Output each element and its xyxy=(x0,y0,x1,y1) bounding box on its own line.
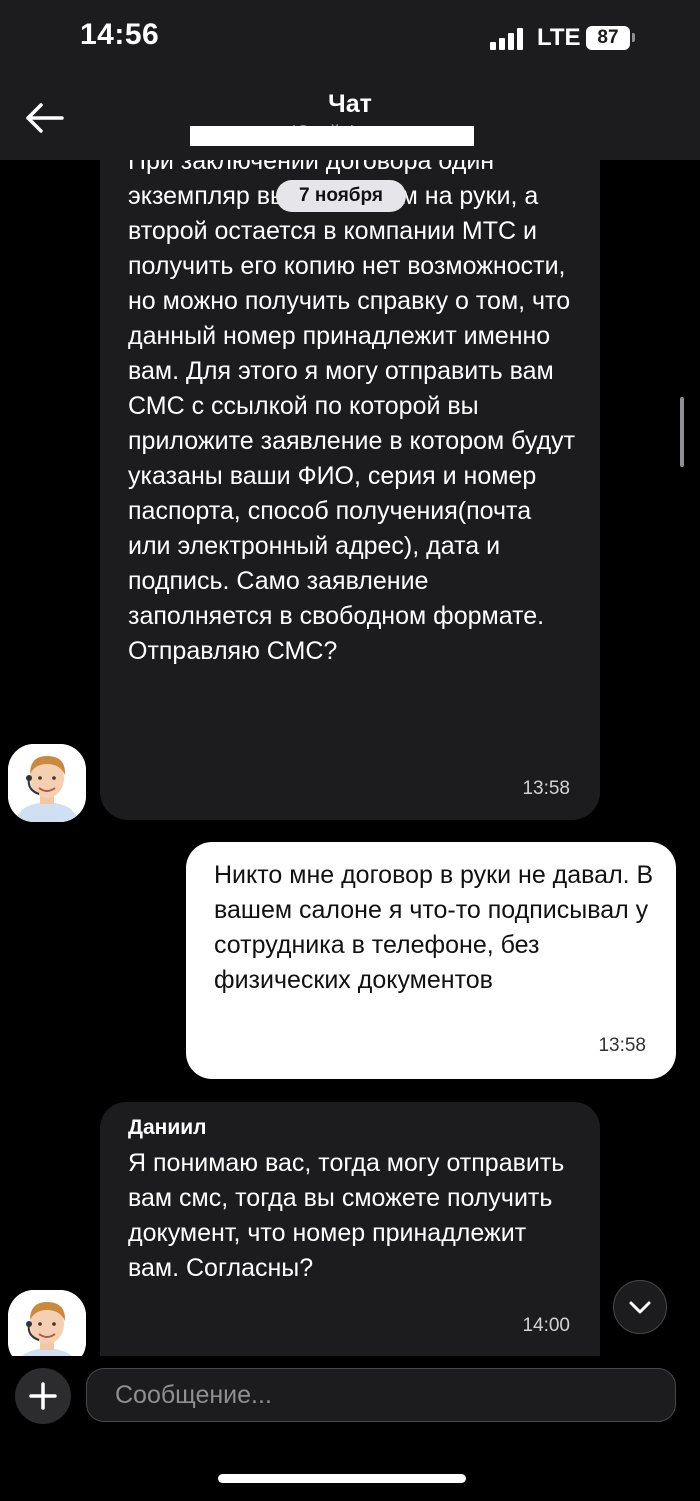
status-bar: 14:56 LTE 87 xyxy=(0,0,700,80)
date-separator: 7 ноября xyxy=(276,180,406,212)
scroll-down-button[interactable] xyxy=(613,1280,667,1334)
network-type: LTE xyxy=(537,24,581,51)
sender-name: Даниил xyxy=(128,1116,207,1139)
message-time: 14:00 xyxy=(522,1315,570,1336)
battery-tip xyxy=(632,33,635,42)
message-time: 13:58 xyxy=(598,1035,646,1056)
home-indicator[interactable] xyxy=(218,1474,466,1483)
message-time: 13:58 xyxy=(522,778,570,799)
chat-title: Чат xyxy=(328,90,372,118)
plus-icon xyxy=(29,1382,57,1410)
message-bubble-outgoing[interactable]: Никто мне договор в руки не давал. В ваш… xyxy=(186,842,676,1079)
composer-bar xyxy=(0,1356,700,1501)
message-text: Я понимаю вас, тогда могу отправить вам … xyxy=(128,1149,565,1282)
signal-icon xyxy=(490,28,524,50)
message-bubble-incoming[interactable]: При заключении договора один экземпляр в… xyxy=(100,160,600,820)
attach-button[interactable] xyxy=(15,1368,71,1424)
agent-avatar[interactable] xyxy=(8,1290,86,1356)
chevron-down-icon xyxy=(629,1301,651,1314)
message-text: При заключении договора один экземпляр в… xyxy=(128,160,576,665)
message-bubble-incoming[interactable]: Даниил Я понимаю вас, тогда могу отправи… xyxy=(100,1102,600,1356)
agent-avatar[interactable] xyxy=(8,744,86,822)
message-text: Никто мне договор в руки не давал. В ваш… xyxy=(214,861,654,994)
chat-header: Чат Юрий Федеев xyxy=(0,80,700,160)
message-list[interactable]: При заключении договора один экземпляр в… xyxy=(0,160,700,1356)
redaction-bar xyxy=(190,126,474,146)
scrollbar[interactable] xyxy=(680,397,684,467)
status-time: 14:56 xyxy=(80,18,160,51)
message-input[interactable] xyxy=(86,1368,676,1422)
battery-icon: 87 xyxy=(586,26,630,50)
